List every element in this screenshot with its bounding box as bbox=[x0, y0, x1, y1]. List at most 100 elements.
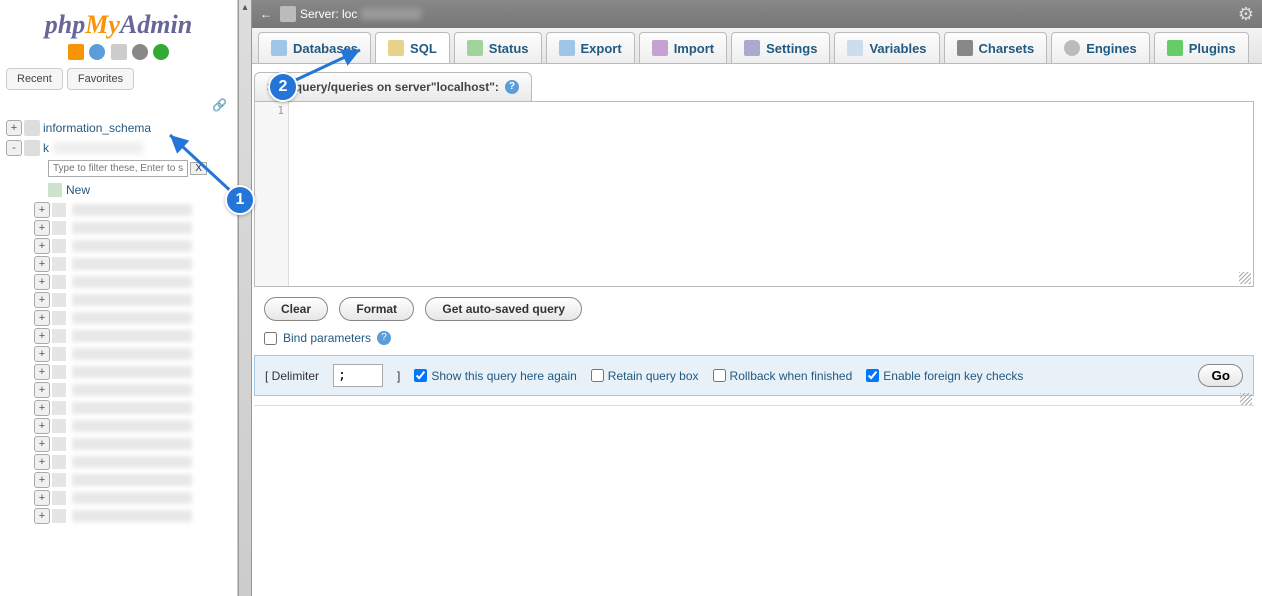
rollback-checkbox[interactable] bbox=[713, 369, 726, 382]
fk-option[interactable]: Enable foreign key checks bbox=[866, 369, 1023, 383]
reload-icon[interactable] bbox=[153, 44, 169, 60]
tab-favorites[interactable]: Favorites bbox=[67, 68, 134, 90]
tab-engines[interactable]: Engines bbox=[1051, 32, 1150, 63]
db-node-information-schema[interactable]: + information_schema bbox=[6, 118, 231, 138]
table-row[interactable]: + bbox=[34, 417, 231, 435]
tab-import[interactable]: Import bbox=[639, 32, 727, 63]
table-row[interactable]: + bbox=[34, 489, 231, 507]
retain-option[interactable]: Retain query box bbox=[591, 369, 699, 383]
expand-icon[interactable]: + bbox=[34, 436, 50, 452]
expand-icon[interactable]: + bbox=[34, 364, 50, 380]
rollback-option[interactable]: Rollback when finished bbox=[713, 369, 853, 383]
tab-charsets[interactable]: Charsets bbox=[944, 32, 1048, 63]
link-icon[interactable]: 🔗 bbox=[212, 98, 227, 112]
tab-sql[interactable]: SQL bbox=[375, 32, 450, 63]
db-node-k[interactable]: - k bbox=[6, 138, 231, 158]
tree-filter-input[interactable] bbox=[48, 160, 188, 177]
tab-databases[interactable]: Databases bbox=[258, 32, 371, 63]
table-row[interactable]: + bbox=[34, 309, 231, 327]
show-again-option[interactable]: Show this query here again bbox=[414, 369, 576, 383]
expand-icon[interactable]: + bbox=[34, 274, 50, 290]
redacted-text bbox=[72, 222, 192, 234]
bind-parameters-row: Bind parameters ? bbox=[254, 327, 1254, 355]
help-icon[interactable]: ? bbox=[505, 80, 519, 94]
resize-grip-icon[interactable] bbox=[1239, 272, 1251, 284]
table-row[interactable]: + bbox=[34, 507, 231, 525]
expand-icon[interactable]: + bbox=[34, 202, 50, 218]
expand-icon[interactable]: + bbox=[34, 328, 50, 344]
fk-checkbox[interactable] bbox=[866, 369, 879, 382]
table-row[interactable]: + bbox=[34, 471, 231, 489]
go-button[interactable]: Go bbox=[1198, 364, 1243, 387]
table-icon bbox=[52, 293, 66, 307]
tab-recent[interactable]: Recent bbox=[6, 68, 63, 90]
tab-label: Import bbox=[674, 41, 714, 56]
expand-icon[interactable]: + bbox=[34, 508, 50, 524]
bind-parameters-checkbox[interactable] bbox=[264, 332, 277, 345]
settings-icon[interactable] bbox=[132, 44, 148, 60]
table-row[interactable]: + bbox=[34, 453, 231, 471]
help-icon[interactable]: ? bbox=[377, 331, 391, 345]
expand-icon[interactable]: + bbox=[34, 220, 50, 236]
sidebar-splitter[interactable]: ▴ bbox=[238, 0, 252, 596]
table-row[interactable]: + bbox=[34, 273, 231, 291]
table-row[interactable]: + bbox=[34, 327, 231, 345]
new-table-link[interactable]: New bbox=[20, 181, 231, 201]
table-row[interactable]: + bbox=[34, 255, 231, 273]
expand-icon[interactable]: + bbox=[34, 382, 50, 398]
back-icon[interactable]: ← bbox=[260, 7, 272, 21]
table-row[interactable]: + bbox=[34, 435, 231, 453]
resize-grip-icon[interactable] bbox=[1240, 393, 1252, 405]
tab-settings[interactable]: Settings bbox=[731, 32, 830, 63]
expand-icon[interactable]: + bbox=[34, 292, 50, 308]
editor-code-area[interactable] bbox=[289, 102, 1253, 286]
delimiter-input[interactable] bbox=[333, 364, 383, 387]
table-row[interactable]: + bbox=[34, 345, 231, 363]
expand-icon[interactable]: + bbox=[34, 418, 50, 434]
editor-buttons: Clear Format Get auto-saved query bbox=[254, 287, 1254, 327]
table-row[interactable]: + bbox=[34, 381, 231, 399]
home-icon[interactable] bbox=[68, 44, 84, 60]
redacted-text bbox=[53, 142, 143, 154]
tab-plugins[interactable]: Plugins bbox=[1154, 32, 1249, 63]
format-button[interactable]: Format bbox=[339, 297, 414, 321]
table-row[interactable]: + bbox=[34, 291, 231, 309]
expand-icon[interactable]: + bbox=[6, 120, 22, 136]
expand-icon[interactable]: + bbox=[34, 454, 50, 470]
expand-icon[interactable]: + bbox=[34, 490, 50, 506]
get-autosaved-button[interactable]: Get auto-saved query bbox=[425, 297, 582, 321]
tab-export[interactable]: Export bbox=[546, 32, 635, 63]
collapse-icon[interactable]: - bbox=[6, 140, 22, 156]
console-handle[interactable] bbox=[254, 396, 1254, 406]
expand-icon[interactable]: + bbox=[34, 238, 50, 254]
expand-icon[interactable]: + bbox=[34, 256, 50, 272]
expand-icon[interactable]: + bbox=[34, 400, 50, 416]
table-row[interactable]: + bbox=[34, 399, 231, 417]
link-icon-row: 🔗 bbox=[0, 92, 237, 116]
tab-status[interactable]: Status bbox=[454, 32, 542, 63]
redacted-text bbox=[72, 312, 192, 324]
sql-icon[interactable] bbox=[111, 44, 127, 60]
server-label[interactable]: Server: loc bbox=[300, 7, 357, 21]
retain-label: Retain query box bbox=[608, 369, 699, 383]
sql-icon bbox=[388, 40, 404, 56]
table-icon bbox=[52, 401, 66, 415]
tab-label: Variables bbox=[869, 41, 926, 56]
clear-button[interactable]: Clear bbox=[264, 297, 328, 321]
table-row[interactable]: + bbox=[34, 363, 231, 381]
expand-icon[interactable]: + bbox=[34, 310, 50, 326]
table-row[interactable]: + bbox=[34, 201, 231, 219]
retain-checkbox[interactable] bbox=[591, 369, 604, 382]
tab-variables[interactable]: Variables bbox=[834, 32, 939, 63]
show-again-checkbox[interactable] bbox=[414, 369, 427, 382]
gear-icon[interactable]: ⚙ bbox=[1238, 4, 1254, 25]
table-row[interactable]: + bbox=[34, 219, 231, 237]
table-row[interactable]: + bbox=[34, 237, 231, 255]
charsets-icon bbox=[957, 40, 973, 56]
help-icon[interactable] bbox=[89, 44, 105, 60]
tab-label: SQL bbox=[410, 41, 437, 56]
expand-icon[interactable]: + bbox=[34, 346, 50, 362]
sql-editor[interactable]: 1 bbox=[254, 101, 1254, 287]
expand-icon[interactable]: + bbox=[34, 472, 50, 488]
clear-filter-button[interactable]: X bbox=[190, 162, 207, 175]
